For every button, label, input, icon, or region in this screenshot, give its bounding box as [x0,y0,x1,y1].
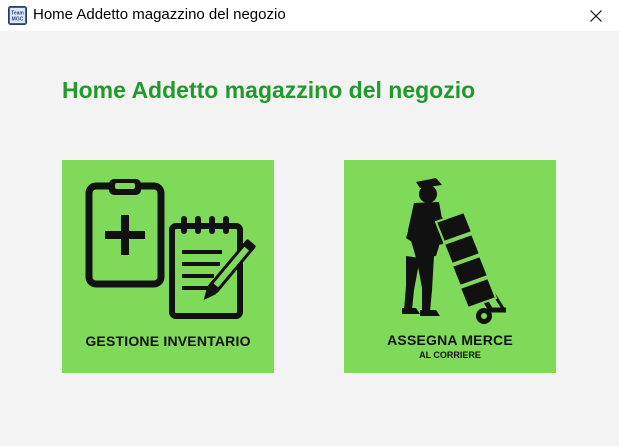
page-title: Home Addetto magazzino del negozio [62,77,476,103]
gestione-inventario-label: GESTIONE INVENTARIO [85,333,251,349]
window-title: Home Addetto magazzino del negozio [33,6,286,23]
app-icon-text-bottom: MGC [12,17,24,23]
app-window: Team MGC Home Addetto magazzino del nego… [0,0,619,446]
title-bar: Team MGC Home Addetto magazzino del nego… [0,0,619,31]
assegna-merce-label: ASSEGNA MERCE [387,332,513,348]
app-icon: Team MGC [8,6,27,25]
assegna-merce-button[interactable]: ASSEGNA MERCE AL CORRIERE [344,160,556,373]
close-button[interactable] [573,0,619,31]
gestione-inventario-button[interactable]: GESTIONE INVENTARIO [62,160,274,373]
assegna-merce-sublabel: AL CORRIERE [419,350,481,360]
close-icon [590,9,602,22]
